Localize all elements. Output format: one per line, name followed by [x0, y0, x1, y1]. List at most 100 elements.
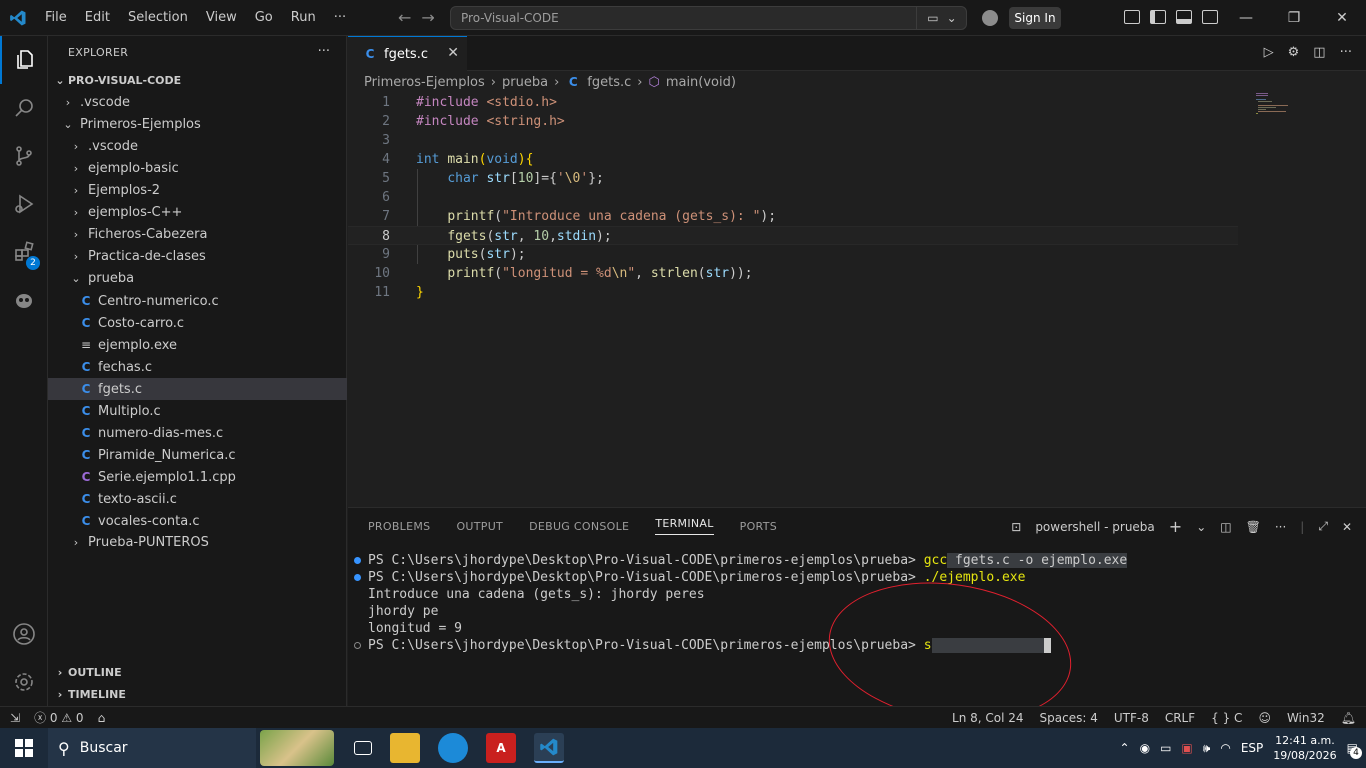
debug-config-icon[interactable]: ⚙ [1288, 45, 1300, 60]
menu-run[interactable]: Run [282, 0, 325, 36]
extensions-icon[interactable]: 2 [0, 228, 48, 276]
file-explorer-icon[interactable] [390, 733, 420, 763]
menu-selection[interactable]: Selection [119, 0, 197, 36]
tree-file[interactable]: Ctexto-ascii.c [48, 488, 347, 510]
customize-layout-icon[interactable] [1124, 10, 1140, 24]
encoding[interactable]: UTF-8 [1114, 707, 1149, 729]
menu-edit[interactable]: Edit [76, 0, 119, 36]
trash-icon[interactable]: 🗑 [1246, 520, 1261, 534]
run-file-icon[interactable]: ▷ [1264, 45, 1274, 60]
tree-file[interactable]: Cfechas.c [48, 356, 347, 378]
chevron-up-icon[interactable]: ⌃ [1120, 741, 1130, 755]
split-terminal-icon[interactable]: ◫ [1220, 520, 1231, 534]
tree-folder[interactable]: › Practica-de-clases [48, 246, 347, 268]
tree-folder[interactable]: › Ejemplos-2 [48, 180, 347, 202]
command-pending-icon[interactable] [354, 642, 361, 649]
close-tab-icon[interactable]: ✕ [447, 45, 459, 61]
tab-terminal[interactable]: TERMINAL [655, 517, 714, 535]
toggle-primary-sidebar-icon[interactable] [1150, 10, 1166, 24]
copilot-status-icon[interactable]: ☺ [1258, 707, 1271, 729]
new-terminal-icon[interactable]: + [1169, 517, 1182, 536]
search-icon[interactable] [0, 84, 48, 132]
tree-folder[interactable]: ⌄ Primeros-Ejemplos [48, 114, 347, 136]
forward-arrow-icon[interactable]: → [421, 8, 434, 27]
menu-view[interactable]: View [197, 0, 246, 36]
sign-in-button[interactable]: Sign In [1009, 7, 1061, 29]
terminal-shell-label[interactable]: powershell - prueba [1035, 520, 1154, 534]
task-view-icon[interactable] [354, 741, 372, 755]
tree-folder[interactable]: › Prueba-PUNTEROS [48, 532, 347, 554]
breadcrumb-subfolder[interactable]: prueba [502, 75, 548, 90]
meet-now-icon[interactable]: ◉ [1140, 741, 1150, 755]
run-debug-icon[interactable] [0, 180, 48, 228]
menu-go[interactable]: Go [246, 0, 282, 36]
source-control-icon[interactable] [0, 132, 48, 180]
tree-file[interactable]: C Costo-carro.c [48, 312, 347, 334]
close-panel-icon[interactable]: ✕ [1342, 520, 1352, 534]
edge-browser-icon[interactable] [438, 733, 468, 763]
taskbar-search[interactable]: ⚲ Buscar [48, 728, 256, 768]
account-icon[interactable] [982, 10, 998, 26]
remote-icon[interactable]: ⇲ [10, 707, 20, 729]
notification-center-icon[interactable]: ▤4 [1347, 741, 1362, 759]
notifications-bell-icon[interactable]: 🔔︎ [1341, 707, 1356, 729]
tree-folder[interactable]: ⌄ prueba [48, 268, 347, 290]
printer-icon[interactable]: ▣ [1181, 741, 1192, 755]
panel-more-icon[interactable]: ··· [1275, 520, 1286, 534]
tree-folder[interactable]: › .vscode [48, 136, 347, 158]
code-editor[interactable]: 1 #include <stdio.h> 2 #include <string.h>… [348, 93, 1366, 507]
command-success-icon[interactable] [354, 574, 361, 581]
accounts-icon[interactable] [0, 610, 48, 658]
tree-folder[interactable]: › .vscode [48, 92, 347, 114]
problems-status[interactable]: ⓧ 0 ⚠ 0 [34, 707, 84, 729]
workspace-root[interactable]: ⌄ PRO-VISUAL-CODE [48, 70, 347, 92]
command-center-search[interactable]: Pro-Visual-CODE [450, 6, 967, 30]
end-of-line[interactable]: CRLF [1165, 707, 1195, 729]
clock[interactable]: 12:41 a.m. 19/08/2026 [1273, 733, 1336, 763]
timeline-section[interactable]: › TIMELINE [48, 684, 347, 706]
tree-file[interactable]: C Multiplo.c [48, 400, 347, 422]
manage-gear-icon[interactable] [0, 658, 48, 706]
tab-fgets-c[interactable]: C fgets.c ✕ [348, 36, 467, 71]
input-language[interactable]: ESP [1241, 741, 1263, 755]
windows-start-icon[interactable] [0, 728, 48, 768]
acrobat-icon[interactable]: A [486, 733, 516, 763]
toggle-panel-icon[interactable] [1176, 10, 1192, 24]
breadcrumb-file[interactable]: fgets.c [587, 75, 631, 90]
volume-icon[interactable]: 🕪︎ [1203, 741, 1211, 756]
outline-section[interactable]: › OUTLINE [48, 662, 347, 684]
indentation[interactable]: Spaces: 4 [1040, 707, 1098, 729]
tree-folder[interactable]: › ejemplos-C++ [48, 202, 347, 224]
tab-output[interactable]: OUTPUT [456, 520, 503, 533]
tree-folder[interactable]: › Ficheros-Cabezera [48, 224, 347, 246]
battery-icon[interactable]: ▭ [1160, 741, 1171, 755]
menu-more[interactable]: ··· [325, 0, 355, 36]
tree-file[interactable]: C Serie.ejemplo1.1.cpp [48, 466, 347, 488]
vscode-taskbar-icon[interactable] [534, 733, 564, 763]
tree-file[interactable]: C Piramide_Numerica.c [48, 444, 347, 466]
tree-folder[interactable]: › ejemplo-basic [48, 158, 347, 180]
home-icon[interactable]: ⌂ [98, 707, 106, 729]
breadcrumb-folder[interactable]: Primeros-Ejemplos [364, 75, 485, 90]
back-arrow-icon[interactable]: ← [398, 8, 411, 27]
platform[interactable]: Win32 [1287, 707, 1325, 729]
chevron-down-icon[interactable]: ⌄ [1196, 520, 1206, 534]
command-success-icon[interactable] [354, 557, 361, 564]
tab-problems[interactable]: PROBLEMS [368, 520, 430, 533]
explorer-more-icon[interactable]: ··· [318, 44, 330, 59]
wifi-icon[interactable]: ◠ [1220, 741, 1230, 755]
editor-more-icon[interactable]: ··· [1340, 45, 1352, 60]
cursor-position[interactable]: Ln 8, Col 24 [952, 707, 1024, 729]
tab-ports[interactable]: PORTS [740, 520, 777, 533]
tree-file[interactable]: Cfgets.c [48, 378, 347, 400]
explorer-icon[interactable] [0, 36, 48, 84]
language-mode[interactable]: { } C [1211, 707, 1242, 729]
tab-debug-console[interactable]: DEBUG CONSOLE [529, 520, 629, 533]
toggle-secondary-sidebar-icon[interactable] [1202, 10, 1218, 24]
alien-extension-icon[interactable] [0, 276, 48, 324]
restore-icon[interactable]: ❐ [1270, 0, 1318, 36]
split-editor-icon[interactable]: ◫ [1313, 45, 1325, 60]
menu-file[interactable]: File [36, 0, 76, 36]
minimap[interactable] [1256, 93, 1316, 123]
maximize-panel-icon[interactable]: ⤢ [1318, 519, 1328, 534]
